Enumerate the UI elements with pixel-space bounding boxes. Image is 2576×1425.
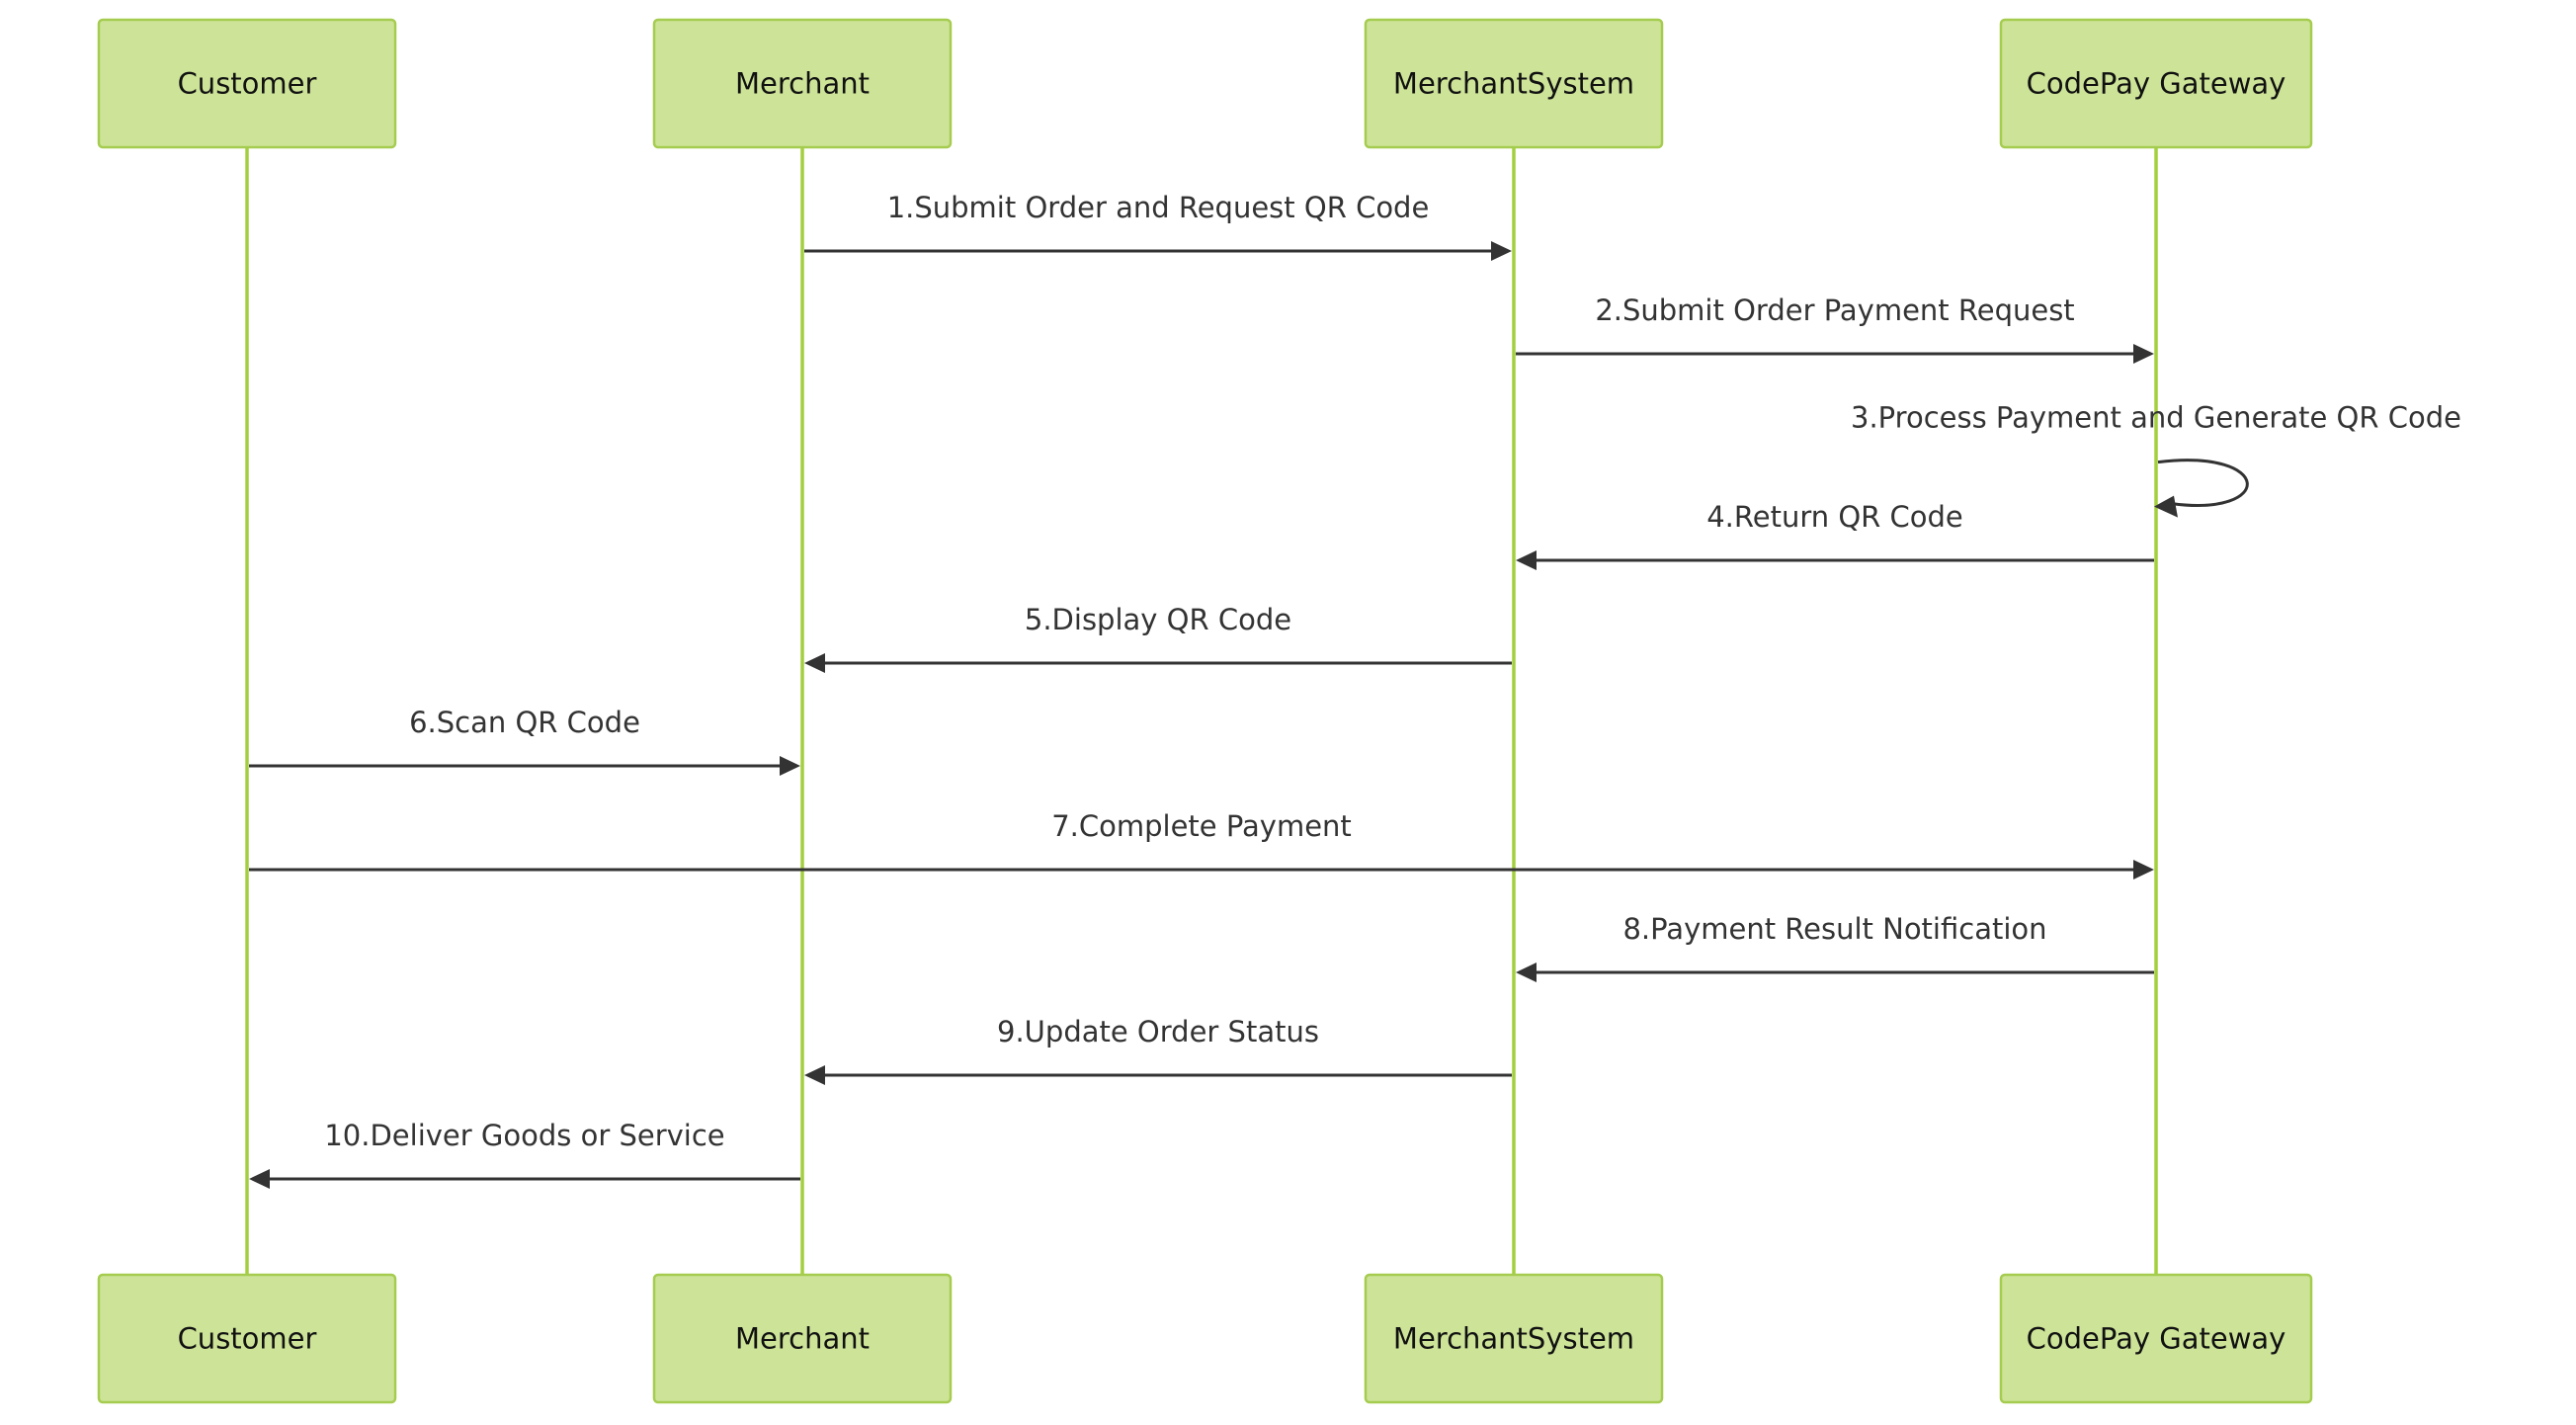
message-7: 7.Complete Payment	[249, 809, 2154, 880]
arrowhead	[804, 653, 825, 673]
message-8: 8.Payment Result Notification	[1516, 912, 2154, 982]
message-label: 9.Update Order Status	[997, 1015, 1319, 1048]
arrowhead	[249, 1169, 270, 1189]
message-1: 1.Submit Order and Request QR Code	[804, 191, 1512, 261]
actor-label: MerchantSystem	[1393, 67, 1634, 101]
message-label: 6.Scan QR Code	[409, 706, 640, 739]
message-5: 5.Display QR Code	[804, 603, 1512, 673]
message-label: 5.Display QR Code	[1025, 603, 1291, 636]
message-label: 8.Payment Result Notification	[1622, 912, 2046, 946]
actor-label: MerchantSystem	[1393, 1322, 1634, 1356]
arrowhead	[1516, 550, 1537, 570]
actor-label: Merchant	[735, 1322, 870, 1356]
actor-label: Merchant	[735, 67, 870, 101]
actor-merchantsystem-top[interactable]: MerchantSystem	[1364, 18, 1664, 149]
message-6: 6.Scan QR Code	[249, 706, 800, 776]
actor-label: Customer	[178, 1322, 317, 1356]
actor-label: Customer	[178, 67, 317, 101]
actor-customer-top[interactable]: Customer	[97, 18, 397, 149]
arrowhead	[2133, 860, 2154, 880]
actor-label: CodePay Gateway	[2027, 67, 2286, 101]
message-10: 10.Deliver Goods or Service	[249, 1119, 800, 1189]
messages: 1.Submit Order and Request QR Code 2.Subm…	[249, 191, 2461, 1189]
message-label: 1.Submit Order and Request QR Code	[887, 191, 1430, 224]
actor-codepay-bottom[interactable]: CodePay Gateway	[1999, 1273, 2313, 1404]
actors-bottom: Customer Merchant MerchantSystem CodePay Ga…	[97, 1273, 2313, 1404]
message-4: 4.Return QR Code	[1516, 500, 2154, 570]
arrowhead	[780, 756, 800, 776]
actors-top: Customer Merchant MerchantSystem CodePay Ga…	[97, 18, 2313, 149]
arrowhead	[804, 1065, 825, 1085]
message-label: 4.Return QR Code	[1706, 500, 1963, 534]
arrowhead	[1491, 241, 1512, 261]
message-label: 3.Process Payment and Generate QR Code	[1851, 401, 2461, 435]
message-label: 10.Deliver Goods or Service	[324, 1119, 724, 1152]
sequence-diagram: Customer Merchant MerchantSystem CodePay Ga…	[97, 18, 2461, 1404]
arrowhead	[1516, 963, 1537, 982]
actor-codepay-top[interactable]: CodePay Gateway	[1999, 18, 2313, 149]
actor-merchant-top[interactable]: Merchant	[652, 18, 953, 149]
actor-label: CodePay Gateway	[2027, 1322, 2286, 1356]
message-label: 2.Submit Order Payment Request	[1595, 293, 2074, 327]
actor-merchantsystem-bottom[interactable]: MerchantSystem	[1364, 1273, 1664, 1404]
message-label: 7.Complete Payment	[1051, 809, 1352, 843]
message-2: 2.Submit Order Payment Request	[1516, 293, 2154, 364]
actor-merchant-bottom[interactable]: Merchant	[652, 1273, 953, 1404]
arrowhead	[2133, 344, 2154, 364]
actor-customer-bottom[interactable]: Customer	[97, 1273, 397, 1404]
message-9: 9.Update Order Status	[804, 1015, 1512, 1085]
